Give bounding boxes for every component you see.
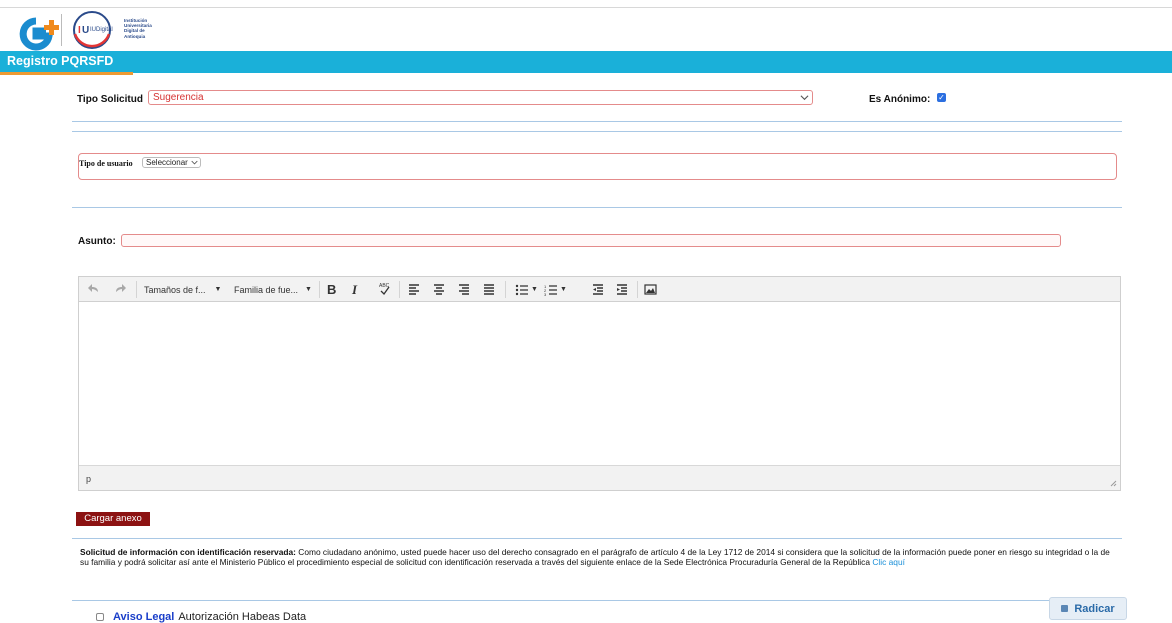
toolbar-separator	[505, 281, 506, 298]
align-right-icon[interactable]	[458, 281, 470, 298]
spellcheck-icon[interactable]: ABC	[379, 281, 391, 298]
chevron-down-icon	[800, 95, 809, 101]
habeas-data-label: Autorización Habeas Data	[178, 611, 307, 623]
toolbar-separator	[319, 281, 320, 298]
habeas-data-checkbox[interactable]	[96, 613, 104, 621]
page-title: Registro PQRSFD	[7, 54, 114, 68]
bullet-list-dropdown[interactable]: ▼	[515, 281, 538, 298]
font-size-label: Tamaños de f...	[144, 284, 206, 295]
anonimo-checkbox[interactable]: ✓	[937, 93, 946, 102]
numbered-list-icon: 123	[544, 284, 557, 297]
identificacion-reservada-notice: Solicitud de información con identificac…	[80, 547, 1120, 567]
aviso-legal-link[interactable]: Aviso Legal	[113, 611, 174, 623]
save-icon	[1061, 605, 1069, 612]
caret-down-icon: ▼	[214, 286, 222, 293]
iu-digital-logo: I U IUDigital	[73, 11, 113, 49]
notice-title: Solicitud de información con identificac…	[80, 547, 296, 557]
numbered-list-dropdown[interactable]: 123 ▼	[544, 281, 567, 298]
undo-icon[interactable]	[87, 281, 101, 298]
g-plus-logo	[19, 17, 59, 51]
tipo-usuario-select[interactable]: Seleccionar	[142, 157, 201, 168]
bullet-list-icon	[515, 284, 528, 296]
tipo-solicitud-select[interactable]: Sugerencia	[148, 90, 813, 105]
divider	[72, 121, 1122, 122]
toolbar-separator	[136, 281, 137, 298]
divider	[72, 207, 1122, 208]
toolbar-separator	[399, 281, 400, 298]
radicar-label: Radicar	[1074, 602, 1115, 615]
font-size-dropdown[interactable]: Tamaños de f... ▼	[144, 281, 221, 298]
outdent-icon[interactable]	[592, 281, 604, 298]
svg-text:3: 3	[544, 292, 547, 297]
resize-handle-icon[interactable]	[1110, 480, 1117, 487]
tipo-usuario-label: Tipo de usuario	[79, 159, 133, 168]
habeas-data-row: Aviso Legal Autorización Habeas Data	[96, 611, 306, 623]
divider	[72, 131, 1122, 132]
font-family-label: Familia de fue...	[234, 284, 299, 295]
editor-statusbar: p	[79, 465, 1120, 490]
rich-text-editor[interactable]: Tamaños de f... ▼ Familia de fue... ▼ B …	[78, 276, 1121, 491]
bold-button[interactable]: B	[327, 281, 336, 298]
logo-bar: I U IUDigital Institución Universitaria …	[0, 8, 1172, 51]
element-path: p	[86, 474, 92, 484]
tipo-usuario-panel	[78, 153, 1117, 180]
title-bar: Registro PQRSFD	[0, 51, 1172, 75]
italic-button[interactable]: I	[352, 281, 357, 298]
svg-text:I: I	[78, 25, 81, 36]
indent-icon[interactable]	[616, 281, 628, 298]
tipo-solicitud-value: Sugerencia	[153, 92, 204, 103]
align-left-icon[interactable]	[408, 281, 420, 298]
institution-name: Institución Universitaria Digital de Ant…	[124, 18, 152, 39]
divider	[72, 538, 1122, 539]
editor-toolbar: Tamaños de f... ▼ Familia de fue... ▼ B …	[79, 277, 1120, 302]
image-icon[interactable]	[644, 281, 657, 298]
caret-down-icon: ▼	[531, 286, 538, 293]
cargar-anexo-button[interactable]: Cargar anexo	[76, 512, 150, 526]
logo-separator	[61, 14, 62, 46]
divider	[72, 600, 1122, 601]
caret-down-icon: ▼	[560, 286, 567, 293]
asunto-input[interactable]	[121, 234, 1061, 247]
font-family-dropdown[interactable]: Familia de fue... ▼	[234, 281, 312, 298]
title-accent	[0, 72, 133, 75]
tipo-solicitud-label: Tipo Solicitud	[77, 94, 143, 105]
svg-text:U: U	[82, 25, 89, 36]
chevron-down-icon	[191, 160, 198, 165]
toolbar-separator	[637, 281, 638, 298]
radicar-button[interactable]: Radicar	[1049, 597, 1127, 620]
caret-down-icon: ▼	[305, 286, 312, 293]
redo-icon[interactable]	[113, 281, 127, 298]
align-justify-icon[interactable]	[483, 281, 495, 298]
tipo-usuario-value: Seleccionar	[146, 158, 188, 167]
iu-logo-text: IUDigital	[90, 27, 113, 33]
align-center-icon[interactable]	[433, 281, 445, 298]
asunto-label: Asunto:	[78, 236, 116, 247]
anonimo-label: Es Anónimo:	[869, 94, 931, 105]
clic-aqui-link[interactable]: Clic aquí	[872, 557, 905, 567]
